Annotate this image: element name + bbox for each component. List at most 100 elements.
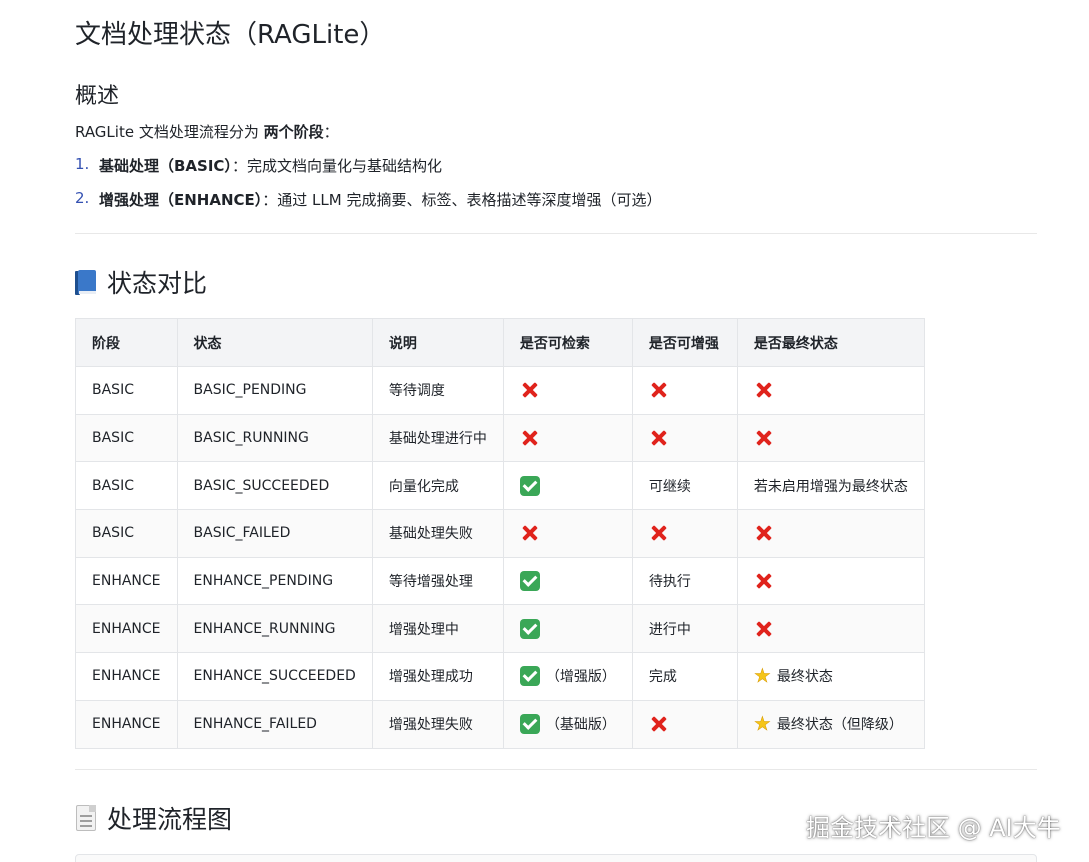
desc-cell: 增强处理失败 (371, 699, 504, 749)
table-row: BASIC BASIC_SUCCEEDED 向量化完成 可继续 若未启用增强为最终状态 (75, 461, 925, 511)
enhanceable-cell: 进行中 (631, 604, 738, 654)
header-cell: 状态 (176, 318, 373, 367)
final-cell (736, 509, 925, 558)
flowchart-code-block (75, 854, 1037, 862)
desc-cell: 等待调度 (371, 366, 504, 415)
state-cell: ENHANCE_FAILED (176, 699, 373, 749)
intro-suffix: ： (323, 123, 339, 141)
searchable-cell (502, 461, 633, 511)
list-text: 增强处理（ENHANCE）：通过 LLM 完成摘要、标签、表格描述等深度增强（可… (99, 189, 661, 210)
cross-mark-icon (649, 523, 669, 543)
intro-bold: 两个阶段 (263, 123, 324, 141)
cross-mark-icon (649, 380, 669, 400)
state-cell: BASIC_SUCCEEDED (176, 461, 373, 511)
table-row: BASIC BASIC_FAILED 基础处理失败 (75, 509, 925, 558)
list-text: 基础处理（BASIC）：完成文档向量化与基础结构化 (99, 155, 442, 176)
cross-mark-icon (754, 380, 774, 400)
enhanceable-cell (631, 366, 738, 415)
list-desc: ：通过 LLM 完成摘要、标签、表格描述等深度增强（可选） (262, 191, 662, 209)
header-cell: 是否最终状态 (736, 318, 925, 367)
enhanceable-cell (631, 699, 738, 749)
divider (75, 769, 1037, 770)
final-cell: 若未启用增强为最终状态 (736, 461, 925, 511)
final-cell (736, 413, 925, 463)
final-cell: ★ 最终状态 (736, 652, 925, 701)
searchable-cell (502, 413, 633, 463)
table-row: BASIC BASIC_PENDING 等待调度 (75, 366, 925, 415)
header-cell: 说明 (371, 318, 504, 367)
final-cell (736, 556, 925, 606)
cross-mark-icon (754, 571, 774, 591)
cross-mark-icon (649, 428, 669, 448)
table-row: ENHANCE ENHANCE_SUCCEEDED 增强处理成功 （增强版） 完成 ★ 最终… (75, 652, 925, 701)
state-cell: ENHANCE_PENDING (176, 556, 373, 606)
cell-text: 待执行 (648, 574, 691, 591)
desc-cell: 等待增强处理 (371, 556, 504, 606)
stage-cell: BASIC (75, 413, 178, 463)
state-cell: BASIC_RUNNING (176, 413, 373, 463)
searchable-cell: （增强版） (502, 652, 633, 701)
desc-cell: 向量化完成 (371, 461, 504, 511)
cell-text: （基础版） (545, 717, 616, 734)
stage-cell: ENHANCE (75, 699, 178, 749)
cell-text: 若未启用增强为最终状态 (753, 478, 908, 495)
searchable-cell: （基础版） (502, 699, 633, 749)
document-icon (75, 805, 97, 831)
list-bold: 基础处理（BASIC） (99, 157, 232, 175)
enhanceable-cell: 待执行 (631, 556, 738, 606)
list-bold: 增强处理（ENHANCE） (99, 191, 263, 209)
state-cell: BASIC_FAILED (176, 509, 373, 558)
cross-mark-icon (520, 523, 540, 543)
enhanceable-cell: 完成 (631, 652, 738, 701)
header-cell: 是否可增强 (631, 318, 738, 367)
cross-mark-icon (520, 380, 540, 400)
stage-cell: BASIC (75, 509, 178, 558)
state-cell: ENHANCE_RUNNING (176, 604, 373, 654)
cross-mark-icon (649, 714, 669, 734)
searchable-cell (502, 556, 633, 606)
cell-text: 进行中 (648, 621, 691, 638)
table-header-row: 阶段 状态 说明 是否可检索 是否可增强 是否最终状态 (75, 318, 925, 367)
searchable-cell (502, 509, 633, 558)
cell-text: 最终状态（但降级） (776, 717, 903, 734)
check-mark-icon (519, 714, 540, 735)
table-row: ENHANCE ENHANCE_FAILED 增强处理失败 （基础版） ★ 最终状态（但降… (75, 699, 925, 749)
final-cell (736, 366, 925, 415)
state-cell: BASIC_PENDING (176, 366, 373, 415)
check-mark-icon (519, 666, 540, 687)
cell-text: 最终状态 (776, 669, 833, 686)
header-cell: 是否可检索 (502, 318, 633, 367)
cross-mark-icon (754, 428, 774, 448)
desc-cell: 基础处理失败 (371, 509, 504, 558)
check-mark-icon (519, 475, 540, 496)
stage-cell: BASIC (75, 461, 178, 511)
desc-cell: 增强处理成功 (371, 652, 504, 701)
cell-text: 完成 (648, 669, 677, 686)
star-icon: ★ (753, 665, 772, 688)
compare-heading-text: 状态对比 (107, 269, 208, 298)
list-number: 1. (75, 155, 90, 173)
cross-mark-icon (520, 428, 540, 448)
overview-intro: RAGLite 文档处理流程分为 两个阶段： (75, 121, 339, 142)
list-desc: ：完成文档向量化与基础结构化 (231, 157, 442, 175)
cell-text: 可继续 (648, 478, 691, 495)
header-cell: 阶段 (75, 318, 178, 367)
searchable-cell (502, 604, 633, 654)
check-mark-icon (519, 571, 540, 592)
intro-prefix: RAGLite 文档处理流程分为 (75, 123, 264, 141)
state-table: 阶段 状态 说明 是否可检索 是否可增强 是否最终状态 BASIC BASIC_P… (75, 318, 925, 749)
list-number: 2. (75, 189, 90, 207)
desc-cell: 基础处理进行中 (371, 413, 504, 463)
stage-cell: ENHANCE (75, 556, 178, 606)
stage-cell: ENHANCE (75, 604, 178, 654)
blue-book-icon (75, 269, 97, 295)
enhanceable-cell (631, 509, 738, 558)
cell-text: （增强版） (545, 669, 616, 686)
stage-cell: BASIC (75, 366, 178, 415)
flow-heading: 处理流程图 (75, 800, 232, 836)
divider (75, 233, 1037, 234)
watermark: 掘金技术社区 @ AI大牛 (806, 814, 1061, 842)
searchable-cell (502, 366, 633, 415)
table-row: ENHANCE ENHANCE_PENDING 等待增强处理 待执行 (75, 556, 925, 606)
compare-heading: 状态对比 (75, 264, 207, 300)
